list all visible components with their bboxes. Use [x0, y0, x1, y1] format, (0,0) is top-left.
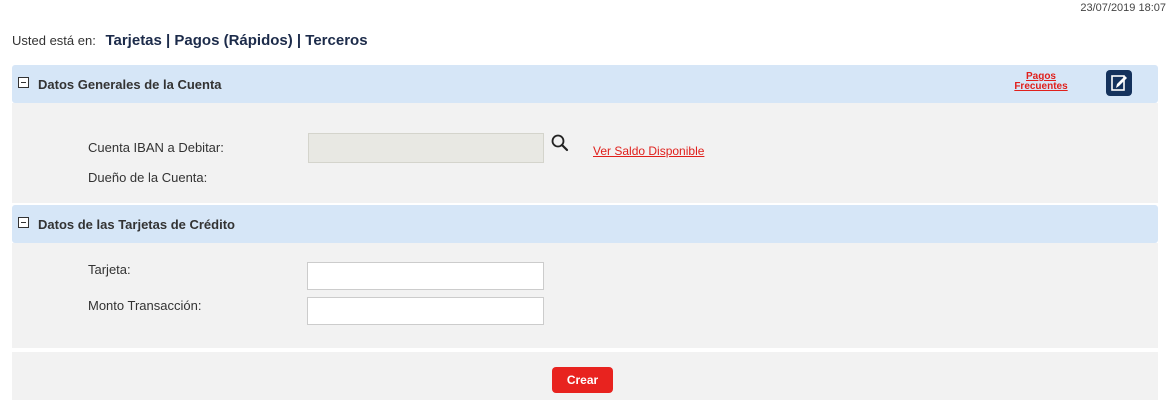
collapse-icon[interactable] [18, 77, 29, 88]
card-section-title: Datos de las Tarjetas de Crédito [38, 217, 235, 232]
owner-label: Dueño de la Cuenta: [88, 170, 208, 185]
iban-input[interactable] [308, 133, 544, 163]
tarjeta-label: Tarjeta: [88, 262, 131, 277]
pagos-frecuentes-link[interactable]: Pagos Frecuentes [1006, 72, 1076, 92]
iban-label: Cuenta IBAN a Debitar: [88, 140, 224, 155]
tarjeta-input[interactable] [307, 262, 544, 290]
collapse-icon[interactable] [18, 217, 29, 228]
breadcrumb: Usted está en: Tarjetas | Pagos (Rápidos… [12, 32, 368, 49]
account-section-header: Datos Generales de la Cuenta Pagos Frecu… [12, 65, 1158, 103]
crear-button[interactable]: Crear [552, 367, 613, 393]
breadcrumb-prefix: Usted está en: [12, 33, 96, 48]
monto-label: Monto Transacción: [88, 298, 202, 313]
card-section-body [12, 243, 1158, 348]
timestamp: 23/07/2019 18:07 [1080, 2, 1166, 14]
edit-icon[interactable] [1106, 70, 1132, 96]
account-section-title: Datos Generales de la Cuenta [38, 77, 222, 92]
card-section-header: Datos de las Tarjetas de Crédito [12, 205, 1158, 243]
footer-actions: Crear [12, 352, 1158, 400]
search-icon[interactable] [550, 133, 570, 153]
breadcrumb-path: Tarjetas | Pagos (Rápidos) | Terceros [105, 32, 368, 49]
monto-input[interactable] [307, 297, 544, 325]
pagos-frecuentes-line2: Frecuentes [1014, 81, 1068, 92]
ver-saldo-link[interactable]: Ver Saldo Disponible [593, 144, 704, 158]
